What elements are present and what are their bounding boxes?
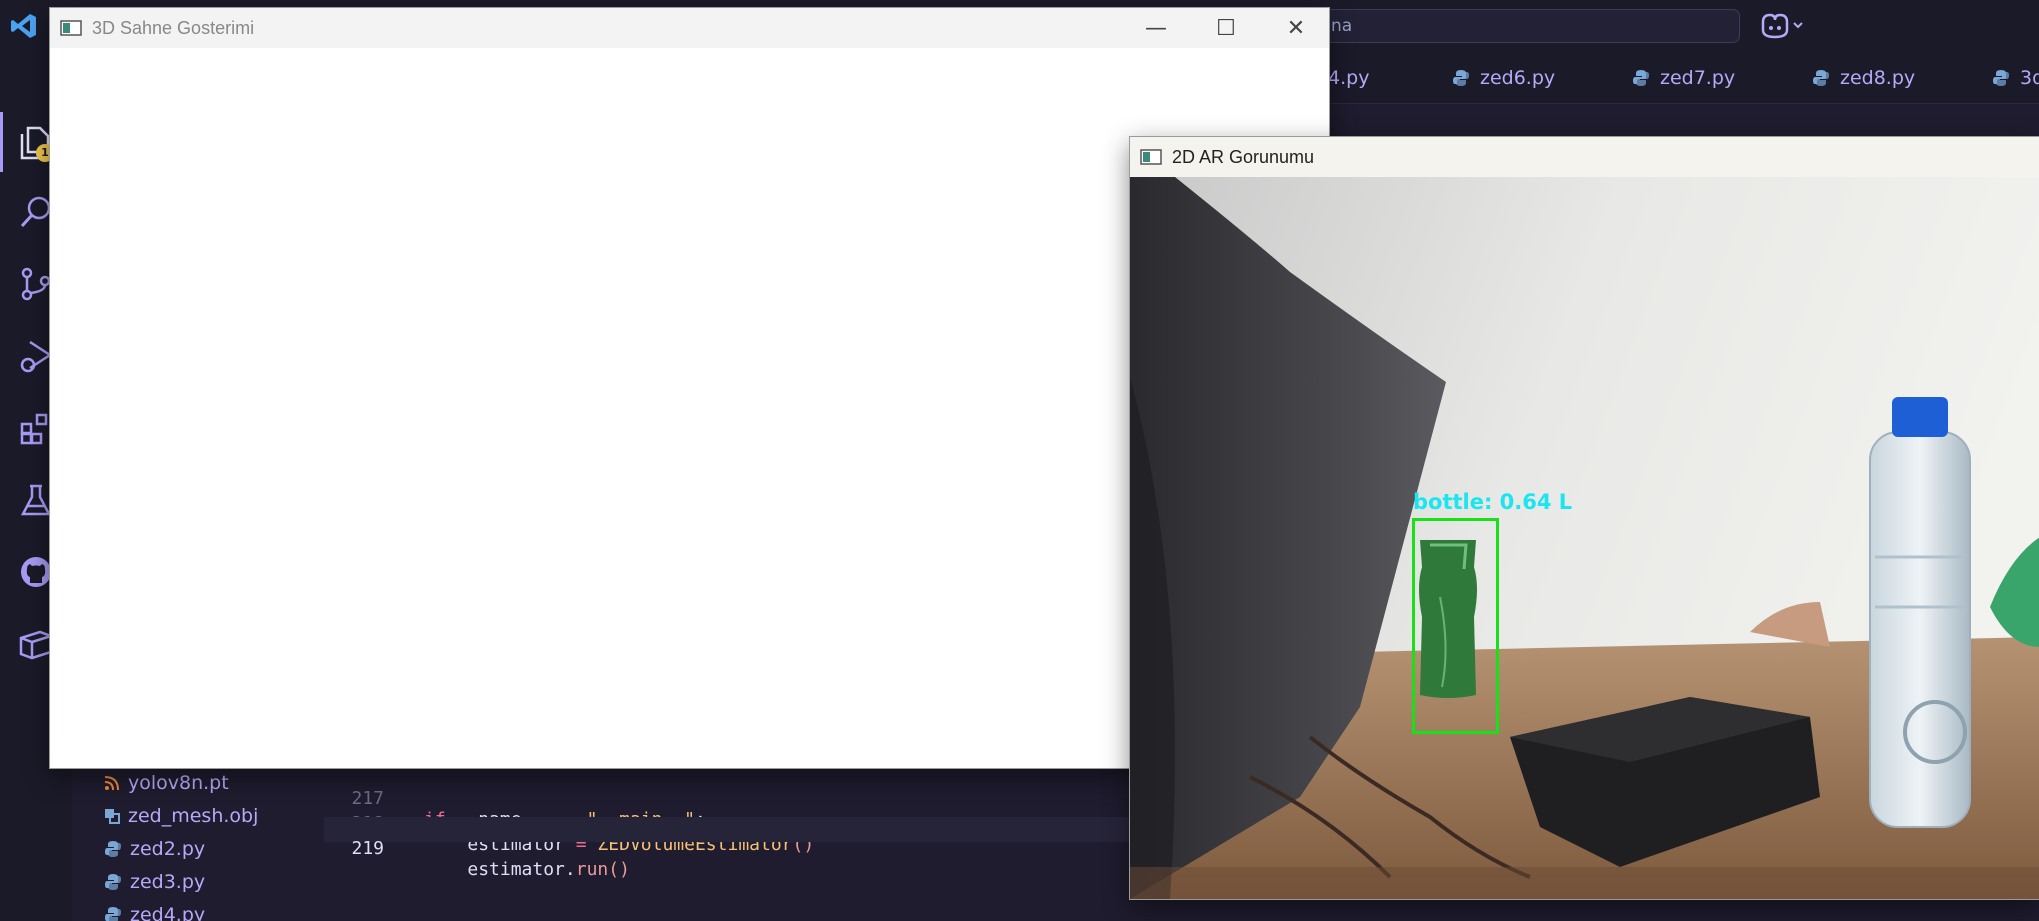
window-title: 3D Sahne Gosterimi [92,17,255,38]
camera-feed: bottle: 0.64 L [1130,177,2039,899]
python-icon [105,840,121,857]
cube-file-icon [105,808,120,824]
window-2d-titlebar[interactable]: 2D AR Gorunumu [1130,137,2039,177]
copilot-icon[interactable] [1758,12,1806,40]
app-window-icon [60,20,82,36]
python-icon [105,906,121,921]
list-item[interactable]: zed4.py [104,898,205,921]
list-item[interactable]: zed2.py [104,832,205,865]
list-item[interactable]: yolov8n.pt [104,766,229,799]
list-item[interactable]: zed_mesh.obj [104,799,258,832]
active-indicator [0,112,3,172]
maximize-button[interactable]: ☐ [1191,8,1261,48]
rss-icon [104,775,119,790]
camera-image [1130,177,2039,899]
app-window-icon [1140,149,1162,165]
window-2d-ar[interactable]: 2D AR Gorunumu bottle: 0.64 L [1129,136,2039,900]
close-button[interactable]: ✕ [1261,8,1331,48]
command-center-search[interactable]: na [1280,9,1740,43]
detection-bounding-box [1412,518,1499,734]
python-icon [1453,70,1469,86]
tab-file[interactable]: zed8.py [1812,52,1915,104]
search-text: na [1331,16,1353,36]
tab-file[interactable]: 3d [1992,52,2039,104]
python-icon [1813,70,1829,86]
vscode-logo-icon [11,14,36,38]
python-icon [105,873,121,890]
window-title: 2D AR Gorunumu [1172,146,1315,167]
tab-file[interactable]: 4.py [1328,52,1369,104]
python-icon [1993,70,2009,86]
list-item[interactable]: zed3.py [104,865,205,898]
minimize-button[interactable]: — [1121,8,1191,48]
tab-file[interactable]: zed6.py [1452,52,1555,104]
python-icon [1633,70,1649,86]
detection-label: bottle: 0.64 L [1413,490,1573,514]
tab-file[interactable]: zed7.py [1632,52,1735,104]
